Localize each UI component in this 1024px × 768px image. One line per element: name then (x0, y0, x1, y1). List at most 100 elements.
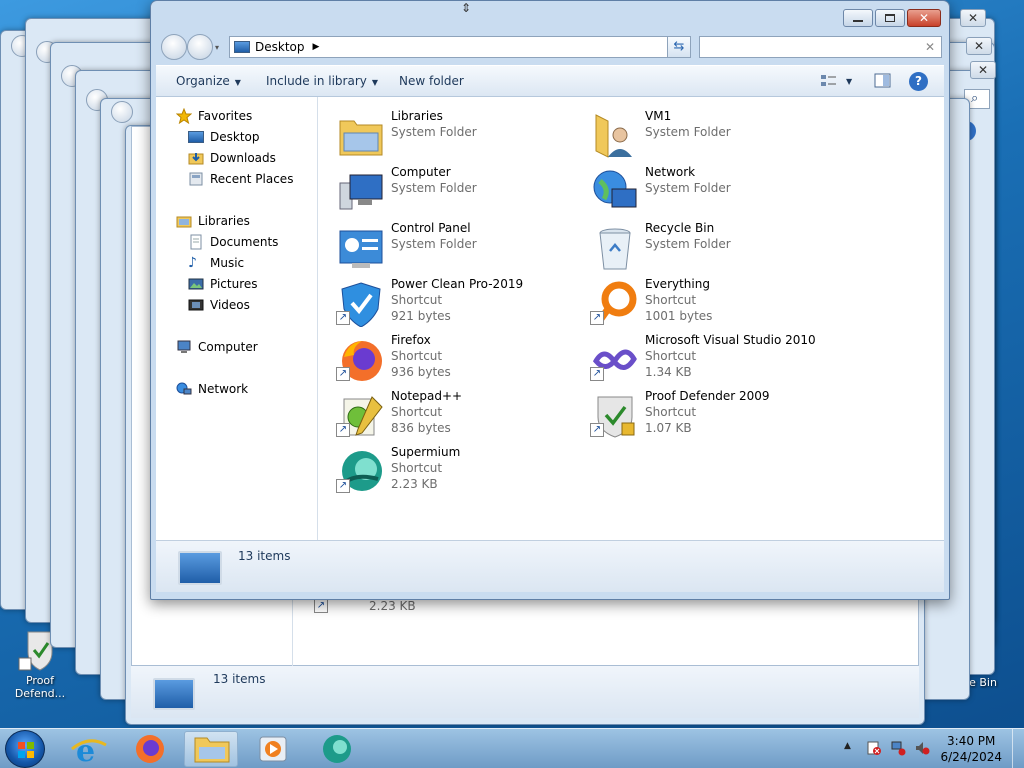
nav-network[interactable]: Network (176, 379, 248, 399)
file-item-firefox[interactable]: ↗ Firefox Shortcut 936 bytes (336, 333, 586, 385)
folder-icon (194, 737, 230, 763)
back-button[interactable] (161, 34, 187, 60)
volume-muted-icon[interactable] (914, 740, 930, 756)
taskbar-supermium[interactable] (310, 731, 364, 767)
file-type: System Folder (391, 237, 477, 251)
file-name: Proof Defender 2009 (645, 389, 770, 403)
item-count: 13 items (238, 549, 291, 563)
close-icon[interactable]: ✕ (970, 61, 996, 79)
file-item-recycle-bin[interactable]: Recycle Bin System Folder (590, 221, 840, 273)
file-item-libraries[interactable]: Libraries System Folder (336, 109, 586, 161)
taskbar-internet-explorer[interactable]: e (62, 731, 116, 768)
help-icon[interactable]: ? (909, 72, 928, 91)
refresh-button[interactable]: ⇆ (667, 36, 691, 58)
firefox-icon (136, 735, 164, 763)
nav-pictures-label: Pictures (210, 277, 258, 291)
maximize-button[interactable] (875, 9, 905, 27)
file-item-control-panel[interactable]: Control Panel System Folder (336, 221, 586, 273)
forward-button[interactable] (187, 34, 213, 60)
media-player-icon (259, 736, 287, 762)
include-in-library-button[interactable]: Include in library ▼ (266, 74, 378, 88)
organize-button[interactable]: Organize ▼ (176, 74, 241, 88)
file-type: Shortcut (391, 461, 443, 475)
videos-icon (188, 297, 204, 313)
change-view-icon[interactable] (820, 73, 838, 89)
preview-pane-icon[interactable] (874, 73, 892, 89)
action-center-icon[interactable] (866, 740, 882, 756)
clock-time: 3:40 PM (947, 734, 996, 748)
address-bar[interactable]: Desktop ▶ ▼ (229, 36, 689, 58)
nav-pictures[interactable]: Pictures (188, 274, 258, 294)
back-button-icon (111, 101, 133, 123)
recent-pages-dropdown[interactable]: ▾ (215, 43, 219, 52)
background-details-pane: 13 items (131, 666, 919, 718)
nav-videos[interactable]: Videos (188, 295, 250, 315)
file-item-vm1[interactable]: VM1 System Folder (590, 109, 840, 161)
nav-computer[interactable]: Computer (176, 337, 258, 357)
network-status-icon[interactable] (890, 740, 906, 756)
nav-documents[interactable]: Documents (188, 232, 278, 252)
background-item-count: 13 items (213, 672, 266, 686)
include-in-library-label: Include in library (266, 74, 367, 88)
breadcrumb-arrow-icon[interactable]: ▶ (313, 42, 320, 52)
nav-music[interactable]: ♪ Music (188, 253, 244, 273)
file-item-power-clean-pro[interactable]: ↗ Power Clean Pro-2019 Shortcut 921 byte… (336, 277, 586, 329)
shortcut-arrow-icon: ↗ (314, 599, 328, 613)
window-controls: ✕ (843, 9, 941, 27)
taskbar-windows-explorer[interactable] (184, 731, 238, 767)
file-type: System Folder (645, 237, 731, 251)
file-item-computer[interactable]: Computer System Folder (336, 165, 586, 217)
file-name: Control Panel (391, 221, 471, 235)
nav-desktop[interactable]: Desktop (188, 127, 260, 147)
file-item-notepad-plus-plus[interactable]: ↗ Notepad++ Shortcut 836 bytes (336, 389, 586, 441)
shortcut-arrow-icon: ↗ (590, 311, 604, 325)
taskbar-firefox[interactable] (123, 731, 177, 767)
show-desktop-button[interactable] (1012, 729, 1024, 768)
search-input[interactable]: ✕ (699, 36, 942, 58)
user-folder-icon (592, 113, 638, 159)
monitor-icon (153, 678, 195, 710)
organize-label: Organize (176, 74, 230, 88)
libraries-folder-icon (338, 113, 384, 159)
shortcut-arrow-icon: ↗ (590, 423, 604, 437)
recent-places-icon (188, 171, 204, 187)
details-pane: 13 items (156, 540, 944, 592)
nav-recent-places[interactable]: Recent Places (188, 169, 293, 189)
nav-recent-places-label: Recent Places (210, 172, 294, 186)
internet-explorer-icon: e (71, 734, 107, 768)
explorer-window[interactable]: ⇕ ✕ ▾ Desktop ▶ ▼ ⇆ ✕ Organize ▼ Include … (150, 0, 950, 600)
file-item-supermium[interactable]: ↗ Supermium Shortcut 2.23 KB (336, 445, 586, 497)
libraries-icon (176, 213, 192, 229)
taskbar-media-player[interactable] (246, 731, 300, 767)
windows-logo-icon (18, 742, 34, 758)
file-item-everything[interactable]: ↗ Everything Shortcut 1001 bytes (590, 277, 840, 329)
chevron-down-icon: ▼ (234, 78, 241, 87)
minimize-icon (853, 20, 863, 22)
shortcut-arrow-icon: ↗ (336, 423, 350, 437)
system-clock[interactable]: 3:40 PM 6/24/2024 (940, 733, 1002, 765)
close-icon[interactable]: ✕ (960, 9, 986, 27)
documents-icon (188, 234, 204, 250)
minimize-button[interactable] (843, 9, 873, 27)
clear-search-icon[interactable]: ✕ (925, 40, 935, 54)
close-icon[interactable]: ✕ (966, 37, 992, 55)
file-size: 1.34 KB (645, 365, 692, 379)
network-globe-icon (592, 169, 638, 215)
view-options-dropdown[interactable]: ▼ (846, 77, 852, 86)
file-item-proof-defender[interactable]: ↗ Proof Defender 2009 Shortcut 1.07 KB (590, 389, 840, 441)
file-type: Shortcut (391, 405, 443, 419)
file-item-visual-studio[interactable]: ↗ Microsoft Visual Studio 2010 Shortcut … (590, 333, 840, 385)
new-folder-button[interactable]: New folder (399, 74, 464, 88)
file-item-network[interactable]: Network System Folder (590, 165, 840, 217)
close-button[interactable]: ✕ (907, 9, 941, 27)
nav-favorites[interactable]: Favorites (175, 106, 253, 126)
nav-libraries[interactable]: Libraries (176, 211, 250, 231)
nav-music-label: Music (210, 256, 245, 270)
computer-icon (176, 339, 192, 355)
nav-downloads[interactable]: Downloads (188, 148, 276, 168)
nav-favorites-label: Favorites (198, 109, 253, 123)
start-button[interactable] (5, 730, 45, 768)
show-hidden-icons-button[interactable]: ▲ (844, 741, 851, 751)
desktop: Proof Defend... cle Bin ✕ ✕ ✕ ⌕ ? ↗ 2.23… (0, 0, 1024, 728)
address-text: Desktop (255, 40, 305, 54)
